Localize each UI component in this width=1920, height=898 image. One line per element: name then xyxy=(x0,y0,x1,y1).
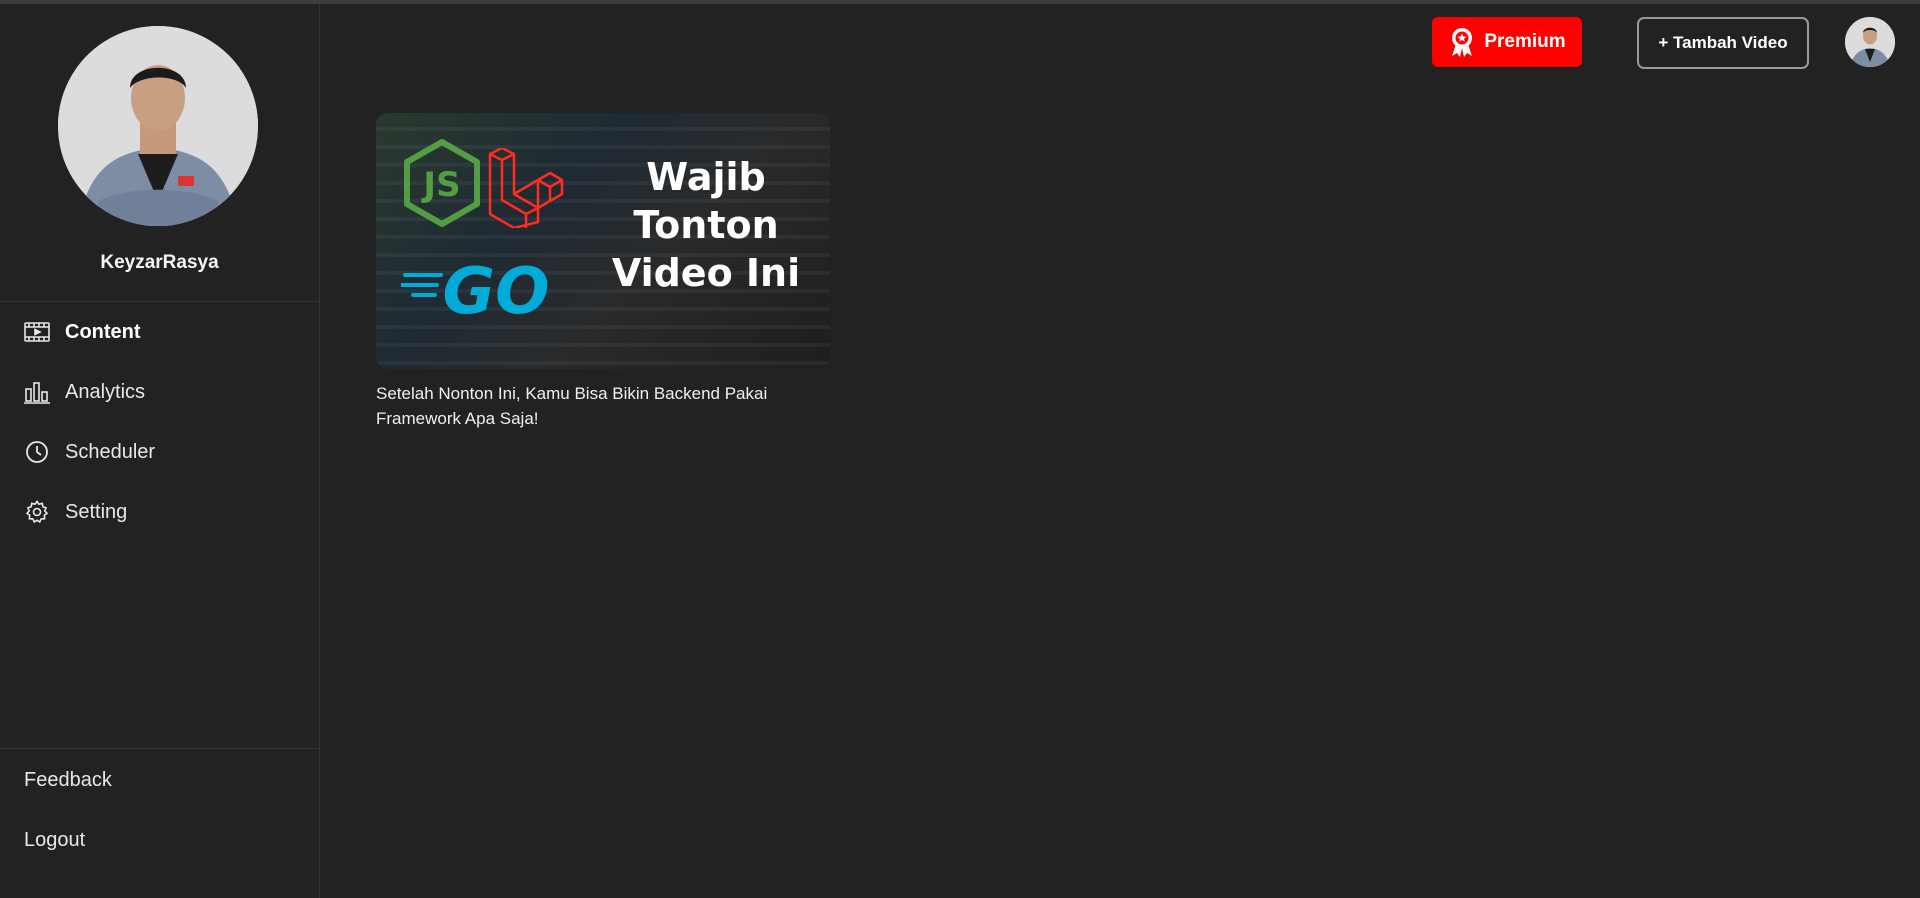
gear-icon xyxy=(24,499,50,525)
nodejs-logo-icon: JS xyxy=(404,139,480,227)
award-icon xyxy=(1452,28,1473,57)
bar-chart-icon xyxy=(24,379,50,405)
sidebar-item-content[interactable]: Content xyxy=(24,314,304,350)
svg-text:JS: JS xyxy=(421,165,460,205)
premium-button[interactable]: Premium xyxy=(1432,17,1582,67)
sidebar-divider xyxy=(0,748,319,749)
svg-text:GO: GO xyxy=(443,255,550,323)
feedback-link[interactable]: Feedback xyxy=(24,769,112,792)
film-icon xyxy=(24,319,50,345)
profile-avatar[interactable] xyxy=(58,26,258,226)
sidebar-item-setting[interactable]: Setting xyxy=(24,494,304,530)
laravel-logo-icon xyxy=(488,148,564,228)
sidebar-item-scheduler[interactable]: Scheduler xyxy=(24,434,304,470)
sidebar: KeyzarRasya Content Analytics Scheduler … xyxy=(0,4,320,898)
go-logo-icon: GO xyxy=(401,255,550,323)
video-card[interactable]: JS GO Wajib Tonton Video Ini Setelah Non… xyxy=(376,113,830,431)
video-thumbnail[interactable]: JS GO Wajib Tonton Video Ini xyxy=(376,113,830,369)
sidebar-item-label: Setting xyxy=(65,500,128,523)
premium-label: Premium xyxy=(1484,31,1566,52)
add-video-button[interactable]: + Tambah Video xyxy=(1637,17,1809,69)
clock-icon xyxy=(24,439,50,465)
video-title[interactable]: Setelah Nonton Ini, Kamu Bisa Bikin Back… xyxy=(376,381,830,431)
thumbnail-text: Wajib Tonton Video Ini xyxy=(611,155,801,295)
sidebar-item-label: Content xyxy=(65,320,141,343)
sidebar-item-label: Analytics xyxy=(65,380,146,403)
sidebar-divider xyxy=(0,301,319,302)
user-avatar[interactable] xyxy=(1845,17,1895,67)
sidebar-item-label: Scheduler xyxy=(65,440,156,463)
username: KeyzarRasya xyxy=(100,252,219,273)
sidebar-item-analytics[interactable]: Analytics xyxy=(24,374,304,410)
logout-link[interactable]: Logout xyxy=(24,829,85,852)
